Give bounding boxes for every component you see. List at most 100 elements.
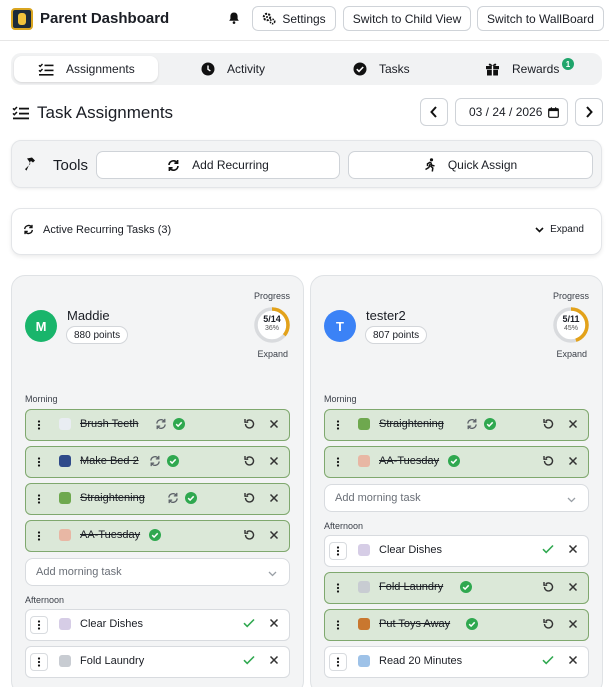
- recurring-expand-toggle[interactable]: Expand: [535, 224, 584, 235]
- complete-check-icon[interactable]: [542, 655, 554, 668]
- drag-handle-icon[interactable]: [30, 416, 48, 434]
- settings-button[interactable]: Settings: [252, 6, 336, 31]
- date-input[interactable]: 03 / 24 / 2026: [455, 98, 568, 126]
- remove-icon[interactable]: [269, 493, 279, 506]
- task-row[interactable]: Straightening: [324, 409, 589, 441]
- task-row[interactable]: Brush Teeth: [25, 409, 290, 441]
- drag-handle-icon[interactable]: [30, 453, 48, 471]
- tab-activity[interactable]: Activity: [201, 56, 265, 82]
- undo-icon[interactable]: [542, 581, 554, 596]
- task-name: Straightening: [80, 492, 145, 504]
- task-name: Put Toys Away: [379, 618, 451, 630]
- remove-icon[interactable]: [269, 456, 279, 469]
- undo-icon[interactable]: [243, 418, 255, 433]
- complete-check-icon[interactable]: [243, 618, 255, 631]
- drag-handle-icon[interactable]: [30, 653, 48, 671]
- points-badge: 880 points: [66, 326, 129, 344]
- task-actions: [243, 492, 279, 507]
- quick-assign-button[interactable]: Quick Assign: [348, 151, 593, 179]
- task-row[interactable]: AA-Tuesday: [324, 446, 589, 478]
- remove-icon[interactable]: [568, 619, 578, 632]
- task-name: Fold Laundry: [379, 581, 444, 593]
- task-name: Read 20 Minutes: [379, 655, 463, 667]
- switch-child-view-button[interactable]: Switch to Child View: [343, 6, 471, 31]
- task-row[interactable]: Straightening: [25, 483, 290, 515]
- page-title: Task Assignments: [37, 103, 174, 122]
- complete-check-icon[interactable]: [542, 544, 554, 557]
- drag-handle-icon[interactable]: [329, 416, 347, 434]
- drag-handle-icon[interactable]: [30, 490, 48, 508]
- calendar-icon[interactable]: [548, 106, 560, 118]
- remove-icon[interactable]: [269, 655, 279, 668]
- add-recurring-label: Add Recurring: [192, 158, 269, 172]
- task-row[interactable]: Read 20 Minutes: [324, 646, 589, 678]
- drag-handle-icon[interactable]: [30, 527, 48, 545]
- progress-ring: 5/11 45%: [552, 306, 590, 344]
- task-row[interactable]: AA-Tuesday: [25, 520, 290, 552]
- laundry-icon: [59, 655, 71, 667]
- switch-wallboard-label: Switch to WallBoard: [487, 11, 594, 26]
- remove-icon[interactable]: [568, 544, 578, 557]
- task-row[interactable]: Clear Dishes: [324, 535, 589, 567]
- drag-handle-icon[interactable]: [329, 653, 347, 671]
- drag-handle-icon[interactable]: [329, 579, 347, 597]
- tab-rewards-label: Rewards: [512, 62, 560, 76]
- add-morning-task-select[interactable]: Add morning task: [324, 484, 589, 512]
- task-actions: [243, 418, 279, 433]
- task-row[interactable]: Clear Dishes: [25, 609, 290, 641]
- tools-panel: Tools Add Recurring Quick Assign: [11, 140, 602, 188]
- remove-icon[interactable]: [568, 655, 578, 668]
- remove-icon[interactable]: [568, 582, 578, 595]
- drag-handle-icon[interactable]: [329, 542, 347, 560]
- switch-wallboard-button[interactable]: Switch to WallBoard: [477, 6, 604, 31]
- task-status-icons: [149, 529, 161, 544]
- drag-handle-icon[interactable]: [30, 616, 48, 634]
- drag-handle-icon[interactable]: [329, 453, 347, 471]
- add-recurring-button[interactable]: Add Recurring: [96, 151, 340, 179]
- chevron-down-icon: [535, 226, 544, 233]
- expand-link[interactable]: Expand: [257, 349, 288, 359]
- task-name: Make Bed 2: [80, 455, 139, 467]
- task-row[interactable]: Fold Laundry: [25, 646, 290, 678]
- task-name: Fold Laundry: [80, 655, 145, 667]
- tab-tasks[interactable]: Tasks: [353, 56, 410, 82]
- remove-icon[interactable]: [269, 618, 279, 631]
- task-actions: [542, 655, 578, 668]
- avatar: T: [324, 310, 356, 342]
- previous-day-button[interactable]: [420, 98, 448, 126]
- task-actions: [243, 618, 279, 631]
- remove-icon[interactable]: [269, 530, 279, 543]
- complete-check-icon[interactable]: [243, 655, 255, 668]
- remove-icon[interactable]: [269, 419, 279, 432]
- book-icon: [358, 655, 370, 667]
- task-row[interactable]: Put Toys Away: [324, 609, 589, 641]
- child-name: Maddie: [67, 308, 110, 323]
- task-status-icons: [460, 581, 472, 596]
- tab-assignments[interactable]: Assignments: [14, 56, 158, 82]
- expand-link[interactable]: Expand: [556, 349, 587, 359]
- recurring-expand-label: Expand: [550, 224, 584, 235]
- undo-icon[interactable]: [542, 455, 554, 470]
- tab-rewards[interactable]: Rewards: [485, 56, 559, 82]
- recurring-tasks-panel[interactable]: Active Recurring Tasks (3) Expand: [11, 208, 602, 255]
- task-row[interactable]: Fold Laundry: [324, 572, 589, 604]
- undo-icon[interactable]: [243, 529, 255, 544]
- drag-handle-icon[interactable]: [329, 616, 347, 634]
- running-person-icon: [424, 158, 435, 172]
- remove-icon[interactable]: [568, 419, 578, 432]
- bell-icon[interactable]: [227, 11, 241, 25]
- add-morning-task-select[interactable]: Add morning task: [25, 558, 290, 586]
- undo-icon[interactable]: [542, 418, 554, 433]
- task-actions: [542, 618, 578, 633]
- task-status-icons: [466, 618, 478, 633]
- books-icon: [358, 418, 370, 430]
- undo-icon[interactable]: [542, 618, 554, 633]
- next-day-button[interactable]: [575, 98, 603, 126]
- repeat-icon: [149, 455, 161, 470]
- remove-icon[interactable]: [568, 456, 578, 469]
- task-row[interactable]: Make Bed 2: [25, 446, 290, 478]
- list-check-icon: [38, 63, 54, 76]
- undo-icon[interactable]: [243, 492, 255, 507]
- morning-label: Morning: [324, 394, 357, 404]
- undo-icon[interactable]: [243, 455, 255, 470]
